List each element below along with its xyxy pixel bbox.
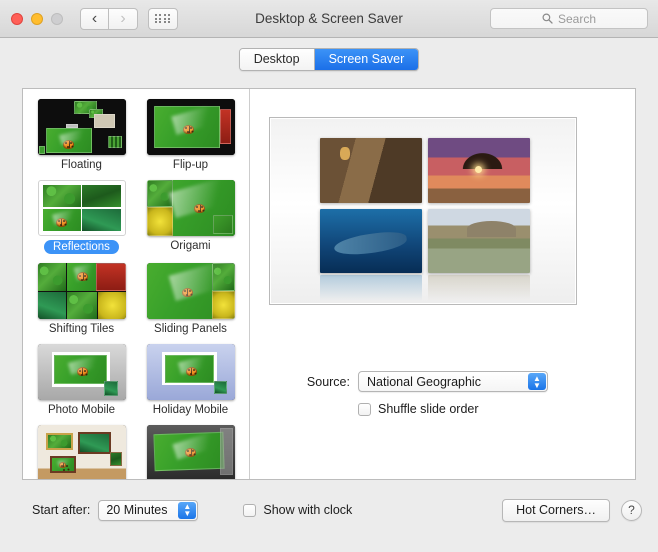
minimize-button[interactable]	[31, 12, 43, 25]
show-with-clock-checkbox[interactable]	[243, 503, 257, 517]
screensaver-thumbnail-origami[interactable]	[146, 180, 235, 236]
preview-tile-whale	[320, 208, 422, 273]
shuffle-slide-order-row[interactable]: Shuffle slide order	[358, 402, 479, 416]
show-all-button[interactable]	[148, 7, 178, 30]
search-placeholder: Search	[557, 11, 597, 26]
list-item[interactable]: Photo Mobile	[29, 344, 134, 423]
screensaver-thumbnail-reflections[interactable]	[37, 180, 126, 236]
chevron-updown-icon[interactable]: ▲ ▼	[178, 501, 197, 519]
list-item-label: Origami	[170, 240, 211, 252]
grid-dots-icon	[154, 13, 172, 24]
shuffle-checkbox[interactable]	[358, 402, 371, 416]
close-button[interactable]	[11, 12, 23, 25]
shuffle-label: Shuffle slide order	[378, 402, 479, 416]
screensaver-thumbnail-holiday-mobile[interactable]	[146, 344, 235, 400]
list-item[interactable]: Origami	[138, 180, 243, 261]
list-item[interactable]: Flip-up	[138, 99, 243, 178]
screensaver-thumbnail-shifting-tiles[interactable]	[37, 263, 126, 319]
start-after-label: Start after:	[32, 503, 91, 517]
navigation-buttons: ‹ ›	[80, 7, 138, 30]
chevron-right-icon: ›	[120, 9, 126, 27]
show-with-clock-row[interactable]: Show with clock	[243, 503, 352, 517]
detail-pane: Source: National Geographic ▲ ▼ Shuffle s…	[250, 89, 635, 479]
preview-tile-lake	[428, 208, 530, 273]
tab-bar: Desktop Screen Saver	[0, 38, 658, 80]
zoom-button[interactable]	[51, 12, 63, 25]
list-item[interactable]: Shifting Tiles	[29, 263, 134, 342]
list-item-label: Photo Mobile	[47, 404, 116, 416]
list-item-label: Holiday Mobile	[152, 404, 229, 416]
list-item-label-selected: Reflections	[44, 240, 119, 254]
screensaver-thumbnail-photo-wall[interactable]	[37, 425, 126, 479]
screensaver-thumbnail-photo-mobile[interactable]	[37, 344, 126, 400]
screensaver-preview[interactable]	[269, 117, 577, 305]
hot-corners-button[interactable]: Hot Corners…	[502, 498, 610, 522]
screensaver-thumbnail-flipup[interactable]	[146, 99, 235, 155]
traffic-light-group	[11, 12, 63, 25]
bottom-bar: Start after: 20 Minutes ▲ ▼ Show with clo…	[0, 488, 658, 532]
list-item[interactable]: Reflections	[29, 180, 134, 261]
tab-desktop-label: Desktop	[253, 52, 300, 66]
start-after-dropdown[interactable]: 20 Minutes ▲ ▼	[98, 499, 199, 521]
list-item-label: Sliding Panels	[154, 323, 227, 335]
screensaver-list[interactable]: Floating Flip-up Reflections Origami Shi…	[23, 89, 250, 479]
source-value: National Geographic	[367, 374, 481, 389]
list-item-label: Shifting Tiles	[48, 323, 115, 335]
back-button[interactable]: ‹	[80, 7, 109, 30]
chevron-left-icon: ‹	[91, 9, 98, 27]
list-item[interactable]: Photo Wall	[29, 425, 134, 479]
tab-screen-saver-label: Screen Saver	[328, 52, 405, 66]
source-dropdown[interactable]: National Geographic ▲ ▼	[358, 371, 548, 392]
list-item[interactable]: Sliding Panels	[138, 263, 243, 342]
screensaver-thumbnail-vintage-prints[interactable]	[146, 425, 235, 479]
forward-button[interactable]: ›	[109, 7, 138, 30]
preview-reflection	[320, 275, 530, 301]
help-button[interactable]: ?	[621, 499, 642, 521]
preview-tile-cheetah	[320, 138, 422, 203]
preview-tile-sunset	[428, 138, 530, 203]
search-icon	[542, 13, 553, 24]
main-panel: Floating Flip-up Reflections Origami Shi…	[22, 88, 636, 480]
list-item[interactable]: Holiday Mobile	[138, 344, 243, 423]
list-item[interactable]: Floating	[29, 99, 134, 178]
window-titlebar: ‹ › Desktop & Screen Saver Search	[0, 0, 658, 38]
search-input[interactable]: Search	[490, 8, 648, 29]
preview-tile-grid	[320, 138, 530, 273]
list-item[interactable]: Vintage Prints	[138, 425, 243, 479]
tab-screen-saver[interactable]: Screen Saver	[313, 48, 419, 70]
chevron-updown-icon[interactable]: ▲ ▼	[528, 373, 546, 390]
show-with-clock-label: Show with clock	[263, 503, 353, 517]
list-item-label: Flip-up	[172, 159, 209, 171]
source-label: Source:	[306, 374, 350, 389]
tab-desktop[interactable]: Desktop	[239, 48, 314, 70]
start-after-value: 20 Minutes	[106, 503, 168, 517]
screensaver-thumbnail-floating[interactable]	[37, 99, 126, 155]
screensaver-thumbnail-sliding-panels[interactable]	[146, 263, 235, 319]
list-item-label: Floating	[61, 159, 102, 171]
source-row: Source: National Geographic ▲ ▼	[250, 371, 635, 392]
